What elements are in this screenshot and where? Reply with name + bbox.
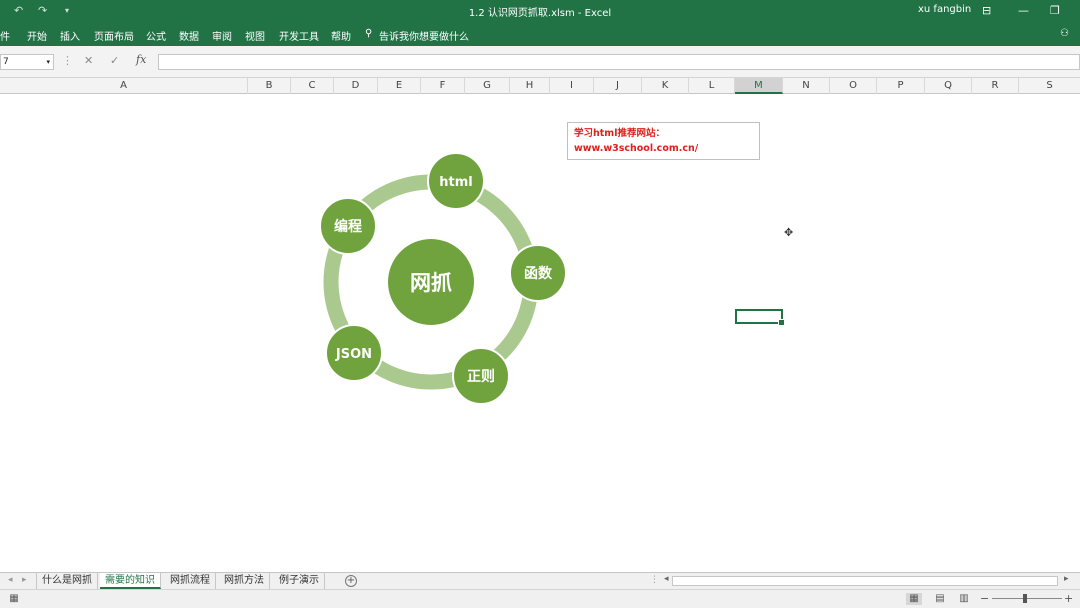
more-icon[interactable]: ⋮ xyxy=(650,575,659,585)
scroll-left-icon[interactable]: ◂ xyxy=(8,575,13,585)
zoom-in-icon[interactable]: + xyxy=(1064,592,1073,605)
recommendation-textbox[interactable]: 学习html推荐网站： www.w3school.com.cn/ xyxy=(567,122,760,160)
diagram-node-html-label: html xyxy=(439,175,472,190)
sheet-tab-5[interactable]: 例子演示 xyxy=(274,573,325,589)
zoom-slider-thumb[interactable] xyxy=(1023,594,1027,603)
scroll-right-arrow-icon[interactable]: ▸ xyxy=(1064,574,1069,584)
scroll-right-icon[interactable]: ▸ xyxy=(22,575,27,585)
sheet-tab-3[interactable]: 网抓流程 xyxy=(165,573,216,589)
diagram-node-regex-label: 正则 xyxy=(467,368,495,385)
diagram-node-json-label: JSON xyxy=(335,347,372,362)
active-cell[interactable] xyxy=(735,309,785,326)
zoom-slider-track[interactable] xyxy=(992,598,1062,599)
page-break-view-icon[interactable]: ▥ xyxy=(956,593,972,605)
macro-record-icon[interactable]: ▦ xyxy=(6,593,22,605)
add-sheet-icon[interactable]: + xyxy=(345,575,357,587)
status-bar: ▦ ▦ ▤ ▥ − + xyxy=(0,589,1080,608)
sheet-tab-4[interactable]: 网抓方法 xyxy=(219,573,270,589)
sheet-tab-bar: ◂ ▸ 什么是网抓 需要的知识 网抓流程 网抓方法 例子演示 + ⋮ ◂ ▸ xyxy=(0,572,1080,589)
textbox-line-2: www.w3school.com.cn/ xyxy=(574,143,699,154)
sheet-tab-2[interactable]: 需要的知识 xyxy=(100,573,161,589)
diagram-center-label: 网抓 xyxy=(410,271,452,295)
textbox-line-1: 学习html推荐网站： xyxy=(574,128,665,139)
normal-view-icon[interactable]: ▦ xyxy=(906,593,922,605)
horizontal-scrollbar[interactable] xyxy=(672,576,1058,586)
sheet-tab-1[interactable]: 什么是网抓 xyxy=(36,573,98,589)
zoom-out-icon[interactable]: − xyxy=(980,592,989,605)
cell-cursor-icon: ✥ xyxy=(784,226,794,239)
page-layout-view-icon[interactable]: ▤ xyxy=(932,593,948,605)
diagram-node-programming-label: 编程 xyxy=(334,218,362,235)
scroll-left-arrow-icon[interactable]: ◂ xyxy=(664,574,669,584)
diagram-node-functions-label: 函数 xyxy=(524,265,553,282)
smartart-diagram[interactable]: 网抓 html 函数 正则 JSON 编程 xyxy=(0,0,1080,608)
